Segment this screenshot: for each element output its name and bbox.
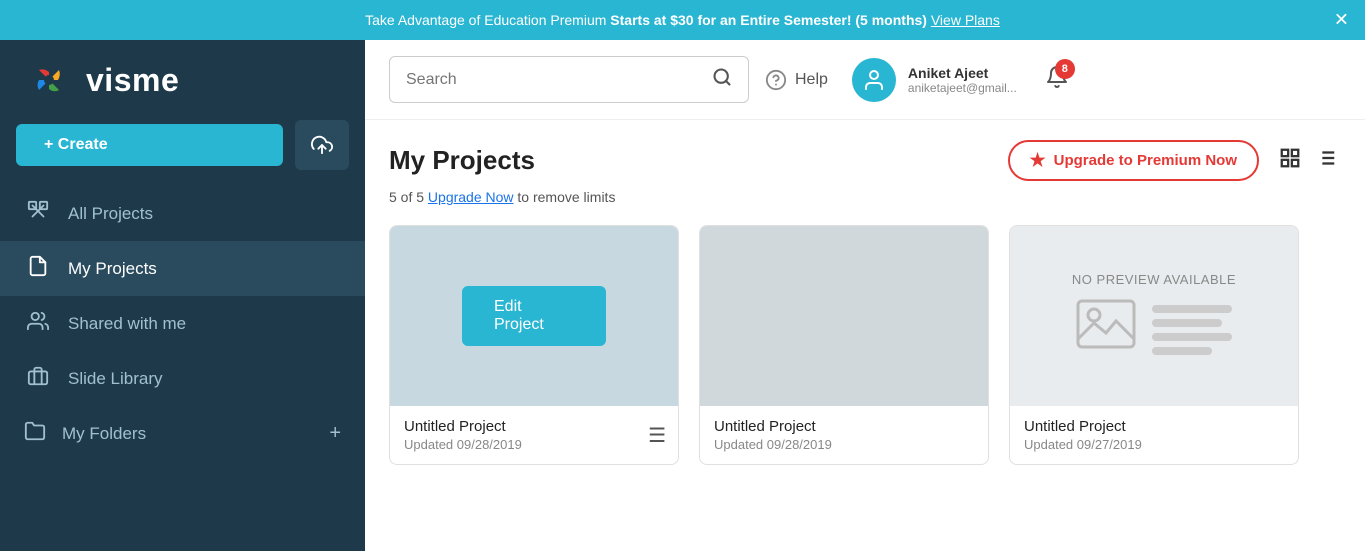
shared-with-me-icon: [24, 310, 52, 337]
create-button[interactable]: + Create: [16, 124, 283, 166]
logo-text: visme: [86, 62, 179, 99]
project-thumbnail-3: NO PREVIEW AVAILABLE: [1010, 226, 1298, 406]
all-projects-label: All Projects: [68, 204, 153, 224]
view-plans-link[interactable]: View Plans: [931, 12, 1000, 28]
project-info-3: Untitled Project Updated 09/27/2019: [1010, 406, 1298, 464]
logo-area: visme: [0, 40, 365, 120]
projects-area: My Projects ★ Upgrade to Premium Now: [365, 120, 1365, 551]
project-info-2: Untitled Project Updated 09/28/2019: [700, 406, 988, 464]
project-thumbnail-1: Edit Project: [390, 226, 678, 406]
top-banner: Take Advantage of Education Premium Star…: [0, 0, 1365, 40]
table-row[interactable]: Untitled Project Updated 09/28/2019: [699, 225, 989, 465]
my-projects-icon: [24, 255, 52, 282]
upgrade-button[interactable]: ★ Upgrade to Premium Now: [1008, 140, 1260, 181]
project-thumbnail-2: [700, 226, 988, 406]
no-preview-image-icon: [1076, 299, 1136, 361]
help-button[interactable]: Help: [765, 69, 828, 91]
banner-text: Take Advantage of Education Premium Star…: [365, 12, 1000, 28]
projects-header: My Projects ★ Upgrade to Premium Now: [389, 140, 1341, 181]
project-name: Untitled Project: [714, 418, 974, 435]
view-toggle: [1275, 143, 1341, 179]
list-icon: [1315, 147, 1337, 169]
table-row[interactable]: Edit Project Untitled Project Updated 09…: [389, 225, 679, 465]
project-date: Updated 09/28/2019: [404, 437, 664, 452]
upload-button[interactable]: [295, 120, 349, 170]
sidebar-item-shared-with-me[interactable]: Shared with me: [0, 296, 365, 351]
notifications-button[interactable]: 8: [1045, 65, 1069, 95]
no-preview-label: NO PREVIEW AVAILABLE: [1072, 272, 1236, 287]
sidebar-item-my-folders[interactable]: My Folders +: [0, 406, 365, 461]
list-view-button[interactable]: [1311, 143, 1341, 179]
add-folder-button[interactable]: +: [329, 422, 341, 445]
grid-view-button[interactable]: [1275, 143, 1305, 179]
user-email: aniketajeet@gmail...: [908, 81, 1017, 95]
slide-library-icon: [24, 365, 52, 392]
shared-with-me-label: Shared with me: [68, 314, 186, 334]
user-name: Aniket Ajeet: [908, 65, 1017, 81]
project-menu-button[interactable]: ☰: [648, 423, 666, 448]
project-date: Updated 09/28/2019: [714, 437, 974, 452]
project-date: Updated 09/27/2019: [1024, 437, 1284, 452]
project-info-1: Untitled Project Updated 09/28/2019 ☰: [390, 406, 678, 464]
sidebar-item-all-projects[interactable]: All Projects: [0, 186, 365, 241]
search-input[interactable]: [406, 71, 712, 89]
search-icon: [712, 67, 732, 87]
notification-badge: 8: [1055, 59, 1075, 79]
all-projects-icon: [24, 200, 52, 227]
upgrade-now-link[interactable]: Upgrade Now: [428, 189, 514, 205]
sidebar-item-my-projects[interactable]: My Projects: [0, 241, 365, 296]
upgrade-star-icon: ★: [1030, 150, 1046, 171]
sidebar-item-slide-library[interactable]: Slide Library: [0, 351, 365, 406]
help-icon: [765, 69, 787, 91]
search-button[interactable]: [712, 67, 732, 92]
user-icon: [862, 68, 886, 92]
sidebar: visme + Create All Projects: [0, 40, 365, 551]
my-projects-label: My Projects: [68, 259, 157, 279]
table-row[interactable]: NO PREVIEW AVAILABLE: [1009, 225, 1299, 465]
sidebar-actions: + Create: [0, 120, 365, 186]
user-info: Aniket Ajeet aniketajeet@gmail...: [908, 65, 1017, 95]
projects-grid: Edit Project Untitled Project Updated 09…: [389, 225, 1341, 465]
search-box: [389, 56, 749, 103]
edit-project-button[interactable]: Edit Project: [462, 286, 606, 346]
banner-close-button[interactable]: ✕: [1334, 10, 1349, 31]
page-title: My Projects: [389, 145, 535, 176]
main-content: Help Aniket Ajeet aniketajeet@gmail...: [365, 40, 1365, 551]
project-name: Untitled Project: [404, 418, 664, 435]
slide-library-label: Slide Library: [68, 369, 163, 389]
user-area: Aniket Ajeet aniketajeet@gmail...: [852, 58, 1017, 102]
grid-icon: [1279, 147, 1301, 169]
my-folders-icon: [24, 420, 46, 447]
upload-icon: [311, 133, 333, 157]
header-right: ★ Upgrade to Premium Now: [1008, 140, 1342, 181]
avatar: [852, 58, 896, 102]
header: Help Aniket Ajeet aniketajeet@gmail...: [365, 40, 1365, 120]
project-name: Untitled Project: [1024, 418, 1284, 435]
my-folders-label: My Folders: [62, 424, 146, 444]
visme-logo-icon: [24, 60, 74, 100]
projects-meta: 5 of 5 Upgrade Now to remove limits: [389, 189, 1341, 205]
